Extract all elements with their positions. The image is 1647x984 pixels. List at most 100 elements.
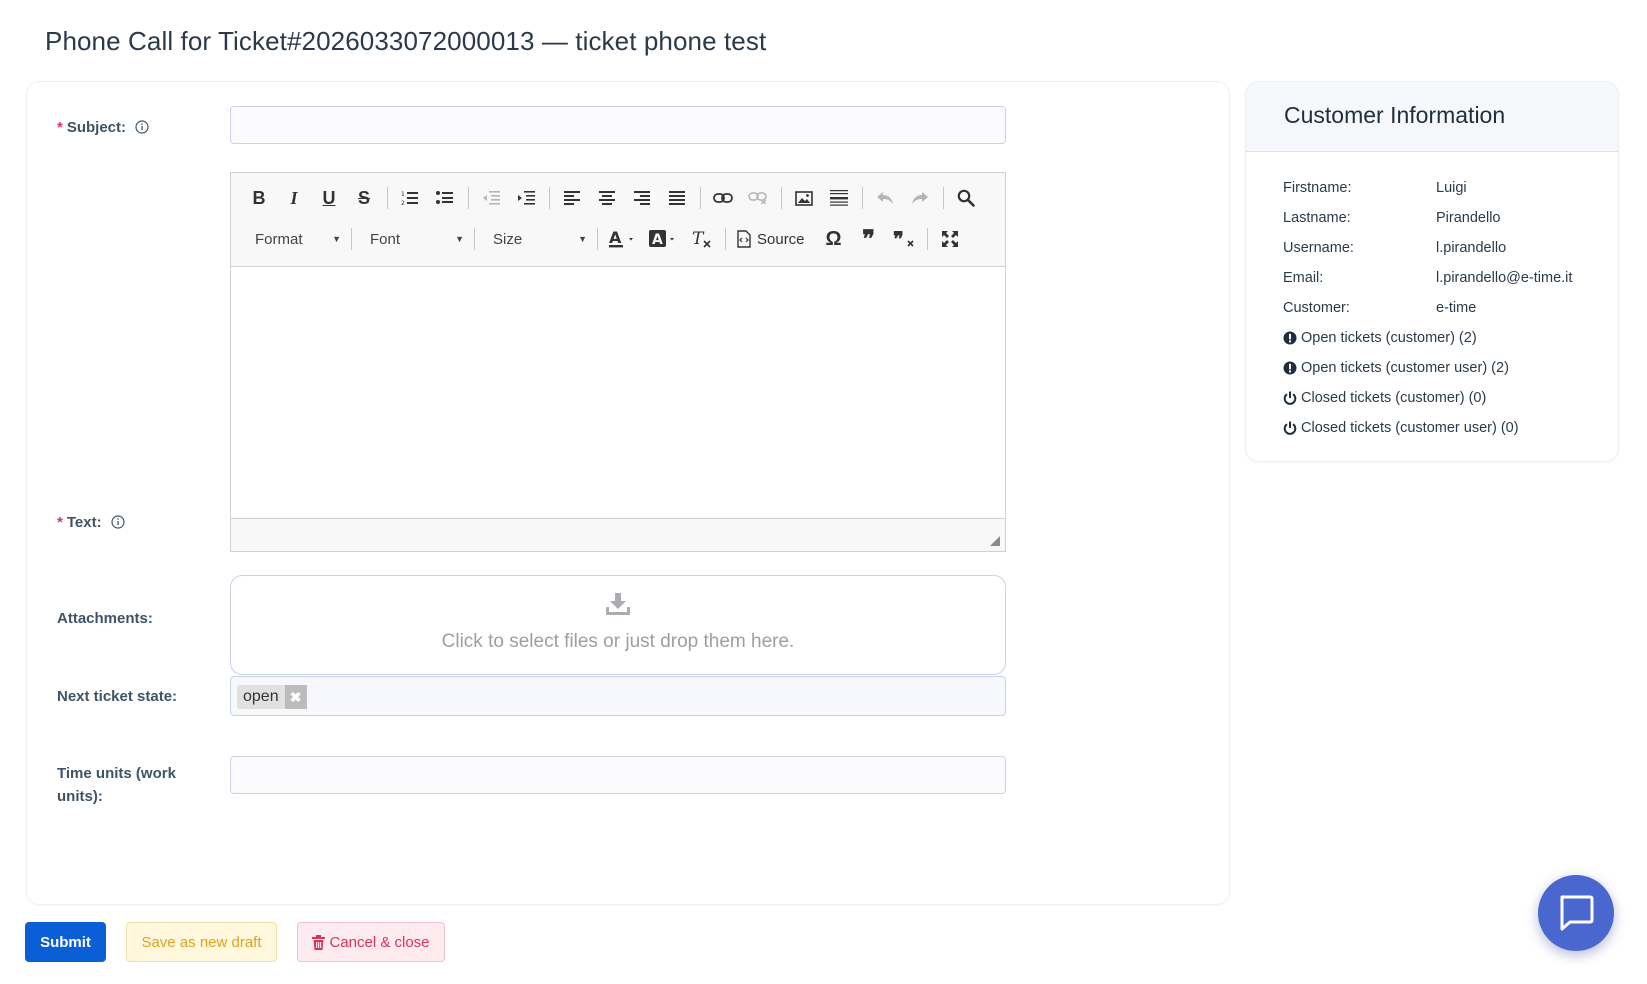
cancel-close-label: Cancel & close	[329, 933, 430, 951]
closed-tickets-customer-link[interactable]: Closed tickets (customer) (0)	[1283, 390, 1486, 406]
size-select[interactable]: Size ▼	[483, 226, 595, 252]
unlink-icon[interactable]	[744, 184, 772, 212]
attachments-dropzone[interactable]: Click to select files or just drop them …	[230, 575, 1006, 675]
remove-format-icon[interactable]: T	[688, 225, 716, 253]
power-icon	[1283, 391, 1297, 405]
chat-icon	[1560, 895, 1594, 931]
customer-info-title: Customer Information	[1284, 102, 1506, 128]
svg-text:A: A	[652, 232, 663, 248]
toolbar-row-2: Format ▼ Font ▼ Size ▼ A A T Source Ω ❞ …	[245, 222, 971, 256]
blockquote-icon[interactable]: ❞	[855, 225, 883, 253]
maximize-icon[interactable]	[936, 225, 964, 253]
rich-text-editor: B I U S 12 Format ▼ Font ▼ Size ▼ A A T …	[230, 172, 1006, 552]
link-icon[interactable]	[709, 184, 737, 212]
customer-value: e-time	[1436, 300, 1477, 316]
svg-text:2: 2	[401, 200, 405, 206]
background-color-icon[interactable]: A	[647, 225, 681, 253]
align-left-icon[interactable]	[558, 184, 586, 212]
info-icon[interactable]	[111, 514, 125, 529]
submit-button[interactable]: Submit	[25, 922, 106, 962]
toolbar-separator	[351, 228, 352, 250]
toolbar-separator	[387, 187, 388, 209]
toolbar-separator	[549, 187, 550, 209]
toolbar-separator	[700, 187, 701, 209]
bulleted-list-icon[interactable]	[431, 184, 459, 212]
format-select-label: Format	[255, 230, 303, 248]
trash-icon	[312, 934, 326, 950]
attachments-label: Attachments:	[57, 610, 153, 627]
customer-info-panel: Customer Information Firstname: Luigi La…	[1245, 81, 1619, 462]
special-char-icon[interactable]: Ω	[820, 225, 848, 253]
exclamation-circle-icon	[1283, 361, 1297, 375]
underline-icon[interactable]: U	[315, 184, 343, 212]
open-tickets-customer-user-text: Open tickets (customer user) (2)	[1301, 360, 1509, 376]
font-select[interactable]: Font ▼	[360, 226, 472, 252]
justify-icon[interactable]	[663, 184, 691, 212]
closed-tickets-customer-user-link[interactable]: Closed tickets (customer user) (0)	[1283, 420, 1519, 436]
resize-handle-icon[interactable]	[990, 536, 1000, 546]
editor-content-area[interactable]	[231, 267, 1005, 519]
image-icon[interactable]	[790, 184, 818, 212]
username-label: Username:	[1283, 240, 1354, 256]
svg-text:1: 1	[401, 191, 405, 198]
horizontal-rule-icon[interactable]	[825, 184, 853, 212]
chevron-down-icon: ▼	[332, 234, 341, 244]
exclamation-circle-icon	[1283, 331, 1297, 345]
align-right-icon[interactable]	[628, 184, 656, 212]
toolbar-separator	[862, 187, 863, 209]
font-select-label: Font	[370, 230, 401, 248]
size-select-label: Size	[493, 230, 523, 248]
bold-icon[interactable]: B	[245, 184, 273, 212]
text-color-icon[interactable]: A	[606, 225, 640, 253]
align-center-icon[interactable]	[593, 184, 621, 212]
page-title: Phone Call for Ticket#2026033072000013 —…	[45, 26, 767, 56]
closed-tickets-customer-user-text: Closed tickets (customer user) (0)	[1301, 420, 1519, 436]
customer-info-header: Customer Information	[1246, 82, 1618, 152]
source-button[interactable]: Source	[734, 225, 807, 253]
italic-icon[interactable]: I	[280, 184, 308, 212]
toolbar-separator	[597, 228, 598, 250]
chevron-down-icon: ▼	[455, 234, 464, 244]
remove-blockquote-icon[interactable]: ❞	[890, 225, 918, 253]
indent-icon[interactable]	[512, 184, 540, 212]
phone-call-form: * Subject: B I U S 12 Format ▼ Font ▼ Si…	[26, 81, 1230, 905]
subject-input[interactable]	[230, 106, 1006, 144]
lastname-value: Pirandello	[1436, 210, 1501, 226]
time-units-input[interactable]	[230, 756, 1006, 794]
editor-statusbar	[231, 518, 1005, 551]
toolbar-separator	[725, 228, 726, 250]
close-icon[interactable]: ✖	[284, 685, 307, 709]
open-tickets-customer-text: Open tickets (customer) (2)	[1301, 330, 1477, 346]
svg-text:T: T	[692, 230, 705, 248]
cancel-close-button[interactable]: Cancel & close	[297, 922, 445, 962]
strikethrough-icon[interactable]: S	[350, 184, 378, 212]
email-value: l.pirandello@e-time.it	[1436, 270, 1573, 286]
state-chip: open ✖	[237, 685, 307, 709]
customer-label: Customer:	[1283, 300, 1350, 316]
search-icon[interactable]	[952, 184, 980, 212]
source-button-label: Source	[757, 230, 805, 248]
outdent-icon[interactable]	[477, 184, 505, 212]
required-marker: *	[57, 514, 63, 531]
email-label: Email:	[1283, 270, 1324, 286]
text-label: * Text:	[57, 511, 125, 534]
chat-button[interactable]	[1538, 875, 1614, 951]
format-select[interactable]: Format ▼	[245, 226, 349, 252]
next-state-select[interactable]: open ✖	[230, 676, 1006, 716]
redo-icon[interactable]	[906, 184, 934, 212]
closed-tickets-customer-text: Closed tickets (customer) (0)	[1301, 390, 1487, 406]
info-icon[interactable]	[135, 119, 149, 134]
subject-label: * Subject:	[57, 116, 149, 139]
power-icon	[1283, 421, 1297, 435]
source-icon	[737, 230, 751, 248]
toolbar-row-1: B I U S 12	[245, 181, 987, 215]
editor-toolbar: B I U S 12 Format ▼ Font ▼ Size ▼ A A T …	[231, 173, 1005, 267]
svg-text:❞: ❞	[893, 230, 904, 248]
open-tickets-customer-link[interactable]: Open tickets (customer) (2)	[1283, 330, 1477, 346]
toolbar-separator	[943, 187, 944, 209]
undo-icon[interactable]	[871, 184, 899, 212]
dropzone-hint: Click to select files or just drop them …	[441, 631, 795, 652]
save-draft-button[interactable]: Save as new draft	[126, 922, 277, 962]
open-tickets-customer-user-link[interactable]: Open tickets (customer user) (2)	[1283, 360, 1509, 376]
numbered-list-icon[interactable]: 12	[396, 184, 424, 212]
